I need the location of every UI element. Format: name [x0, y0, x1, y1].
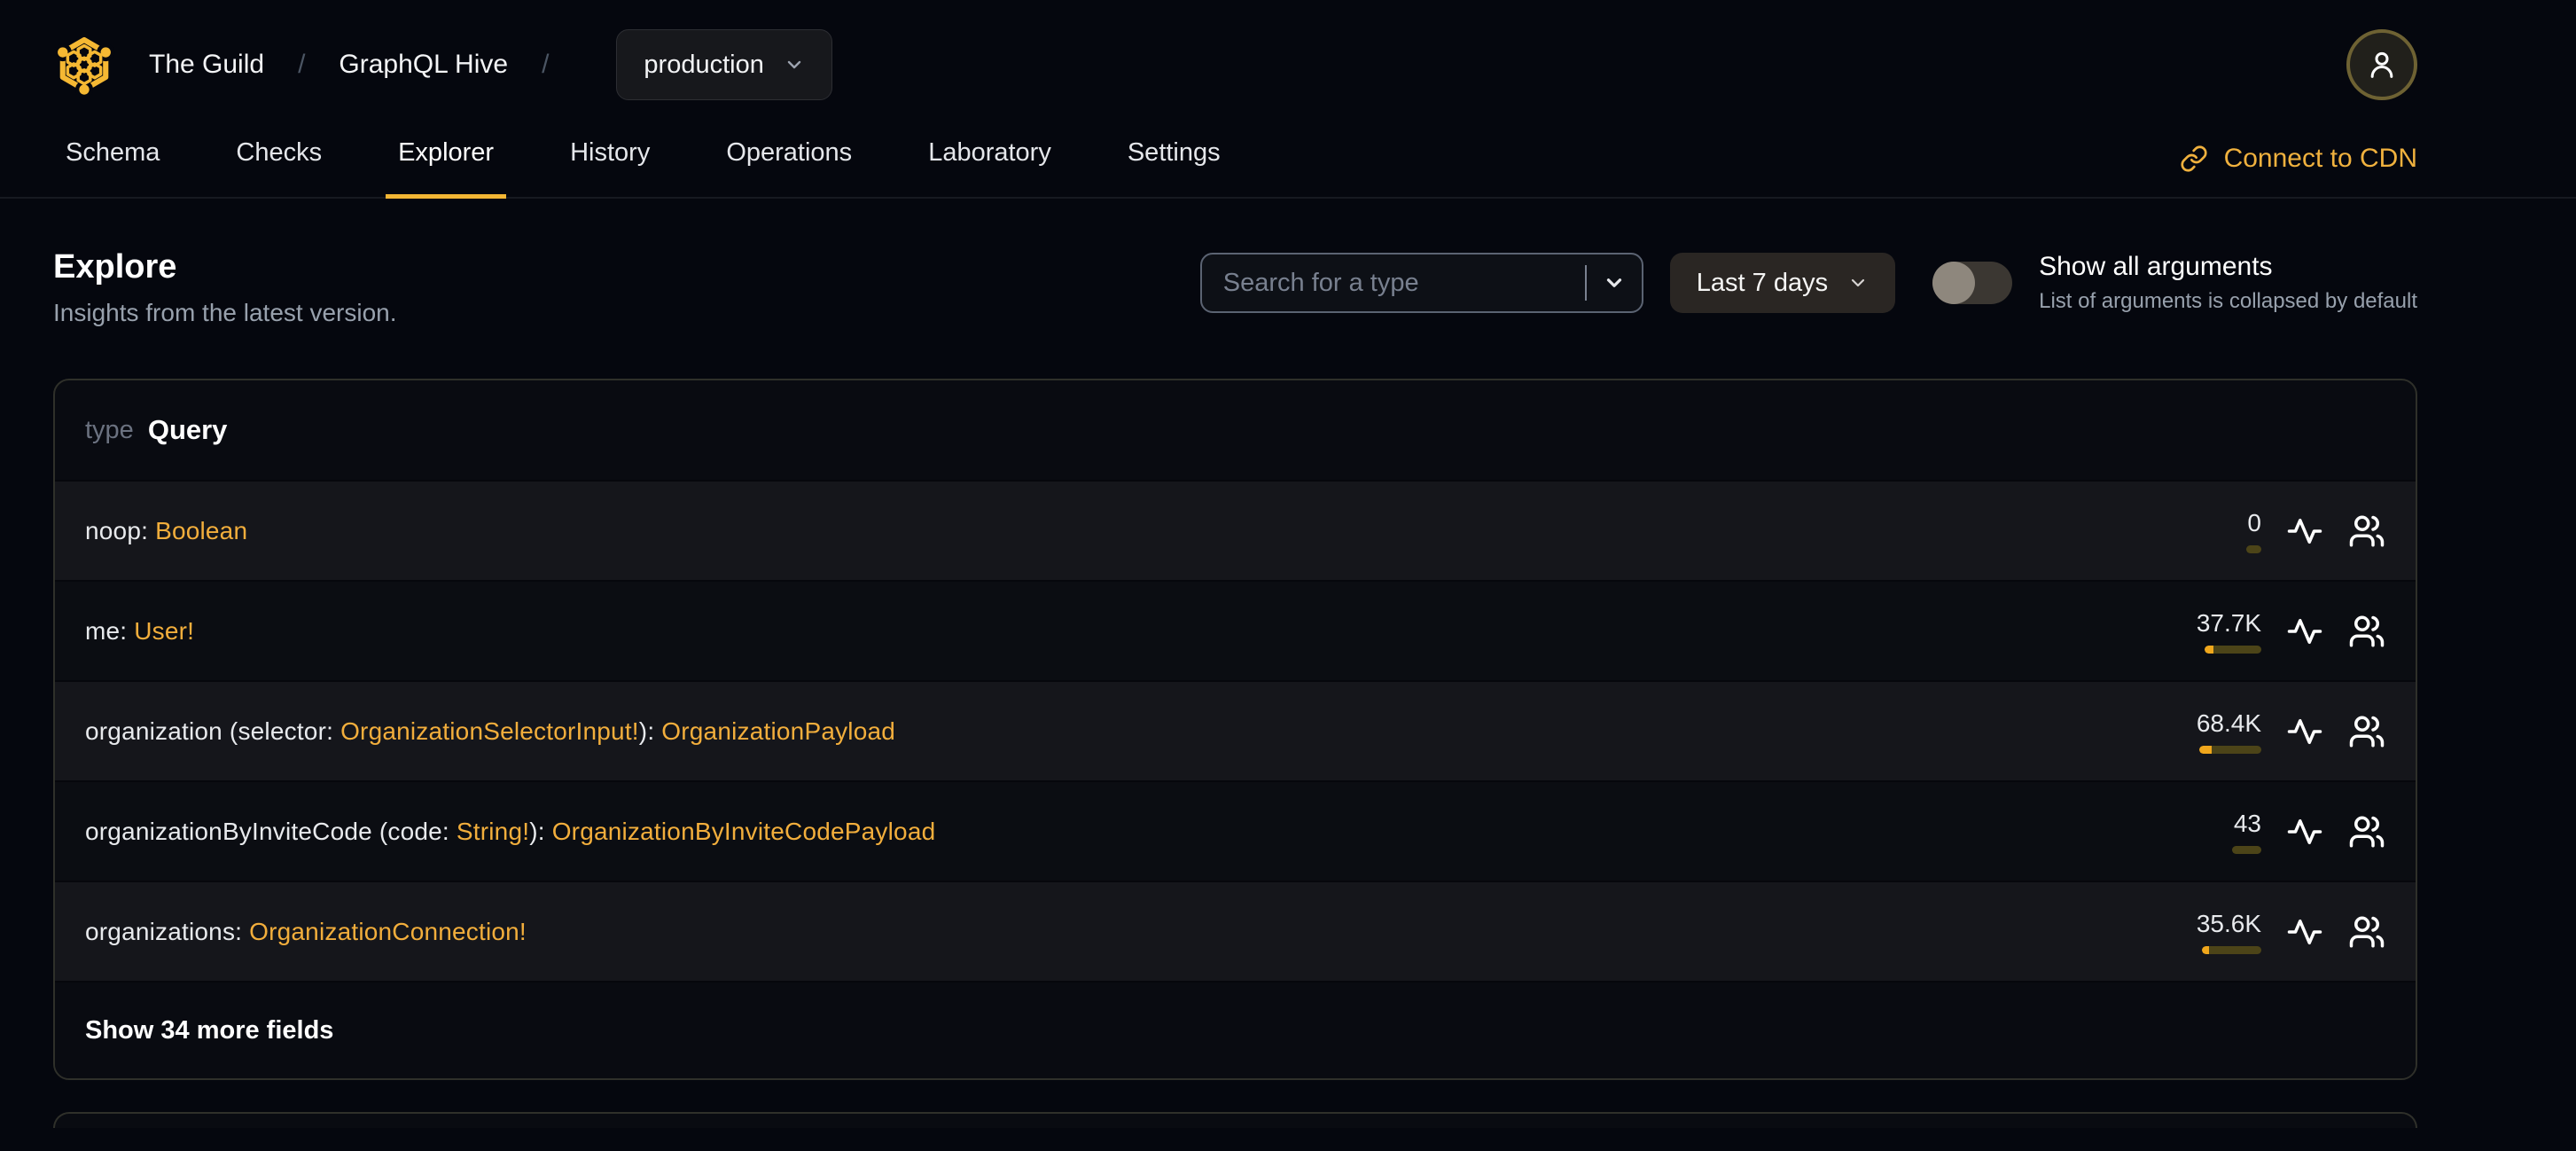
field-request-count: 0	[2247, 508, 2261, 536]
field-request-count: 68.4K	[2196, 709, 2261, 737]
hive-logo-icon[interactable]	[53, 31, 115, 98]
field-users-icon[interactable]	[2348, 513, 2385, 550]
type-name: Query	[147, 414, 228, 445]
breadcrumb-org[interactable]: The Guild	[149, 50, 264, 80]
field-signature: me: User!	[85, 616, 195, 645]
field-activity-icon[interactable]	[2286, 913, 2323, 951]
field-activity-icon[interactable]	[2286, 813, 2323, 850]
project-nav: Schema Checks Explorer History Operations Lab…	[0, 122, 2576, 199]
field-row: organization (selector: OrganizationSele…	[55, 680, 2416, 780]
field-signature: noop: Boolean	[85, 516, 248, 544]
field-usage-bar	[2246, 544, 2261, 553]
field-request-stat: 35.6K	[2180, 910, 2261, 954]
toggle-description: List of arguments is collapsed by defaul…	[2039, 289, 2417, 313]
tab-explorer[interactable]: Explorer	[386, 122, 507, 199]
field-request-count: 35.6K	[2196, 909, 2261, 937]
link-icon	[2180, 145, 2208, 173]
field-signature: organization (selector: OrganizationSele…	[85, 716, 896, 745]
toggle-knob	[1932, 262, 1976, 304]
show-more-fields-button[interactable]: Show 34 more fields	[55, 981, 2416, 1078]
field-row: noop: Boolean 0	[55, 480, 2416, 580]
field-usage-bar	[2199, 745, 2261, 754]
toggle-label: Show all arguments	[2039, 252, 2273, 281]
tab-operations[interactable]: Operations	[714, 122, 864, 199]
target-selector-dropdown[interactable]: production	[616, 29, 832, 100]
page-title: Explore	[53, 248, 177, 286]
field-request-stat: 37.7K	[2180, 609, 2261, 654]
tab-settings[interactable]: Settings	[1115, 122, 1233, 199]
field-request-stat: 43	[2180, 810, 2261, 854]
explore-page: Explore Insights from the latest version…	[0, 248, 2576, 1128]
chevron-down-icon	[1847, 272, 1869, 294]
field-usage-bar	[2202, 945, 2261, 954]
type-card-query: type Query noop: Boolean 0 me: User! 37.…	[53, 379, 2417, 1080]
field-activity-icon[interactable]	[2286, 513, 2323, 550]
type-search-combobox	[1199, 253, 1643, 313]
field-users-icon[interactable]	[2348, 913, 2385, 951]
field-users-icon[interactable]	[2348, 613, 2385, 650]
top-bar: The Guild / GraphQL Hive / production	[0, 0, 2576, 106]
field-row: organizations: OrganizationConnection! 3…	[55, 881, 2416, 981]
field-usage-bar	[2205, 645, 2261, 654]
tab-history[interactable]: History	[558, 122, 662, 199]
field-request-count: 37.7K	[2196, 608, 2261, 637]
target-selector-value: production	[644, 50, 764, 79]
field-activity-icon[interactable]	[2286, 713, 2323, 750]
type-kind-label: type	[85, 415, 134, 444]
user-avatar[interactable]	[2346, 29, 2417, 100]
period-value: Last 7 days	[1696, 268, 1829, 297]
tab-laboratory[interactable]: Laboratory	[916, 122, 1064, 199]
field-activity-icon[interactable]	[2286, 613, 2323, 650]
period-dropdown[interactable]: Last 7 days	[1669, 253, 1896, 313]
next-type-card-partial	[53, 1112, 2417, 1128]
field-users-icon[interactable]	[2348, 713, 2385, 750]
field-row: organizationByInviteCode (code: String!)…	[55, 780, 2416, 881]
field-request-stat: 0	[2180, 509, 2261, 553]
tab-schema[interactable]: Schema	[53, 122, 172, 199]
field-signature: organizations: OrganizationConnection!	[85, 917, 527, 945]
breadcrumb-project[interactable]: GraphQL Hive	[339, 50, 508, 80]
tab-checks[interactable]: Checks	[223, 122, 334, 199]
type-card-header: type Query	[55, 380, 2416, 480]
user-icon	[2364, 47, 2400, 82]
field-request-stat: 68.4K	[2180, 709, 2261, 754]
field-users-icon[interactable]	[2348, 813, 2385, 850]
field-usage-bar	[2232, 845, 2261, 854]
connect-to-cdn-label: Connect to CDN	[2223, 144, 2417, 173]
breadcrumb-separator: /	[298, 50, 306, 79]
search-chevron-down-icon[interactable]	[1587, 271, 1642, 294]
connect-to-cdn-link[interactable]: Connect to CDN	[2180, 144, 2417, 197]
breadcrumb-separator: /	[542, 50, 550, 79]
type-search-input[interactable]	[1201, 268, 1585, 298]
chevron-down-icon	[784, 54, 805, 75]
field-row: me: User! 37.7K	[55, 580, 2416, 680]
page-subtitle: Insights from the latest version.	[53, 299, 397, 326]
show-all-arguments-toggle[interactable]	[1932, 262, 2013, 304]
field-request-count: 43	[2233, 809, 2261, 837]
field-signature: organizationByInviteCode (code: String!)…	[85, 817, 936, 845]
